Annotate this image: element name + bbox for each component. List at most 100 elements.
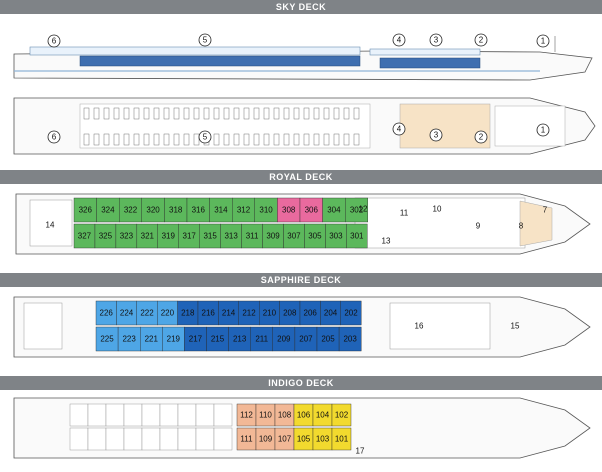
sun-lounger <box>163 107 170 120</box>
sun-lounger <box>283 133 290 146</box>
sun-lounger <box>233 133 240 146</box>
sun-lounger <box>333 133 340 146</box>
indigo-crew-cabin <box>213 403 233 427</box>
sun-lounger <box>333 107 340 120</box>
indigo-crew-cabin <box>87 427 107 451</box>
royal-cabin-325-label: 325 <box>99 232 113 241</box>
sapphire-cabin-212-label: 212 <box>242 309 256 318</box>
sun-lounger <box>153 107 160 120</box>
sapphire-cabin-217-label: 217 <box>189 335 203 344</box>
sun-lounger <box>223 107 230 120</box>
sun-lounger <box>283 107 290 120</box>
sapphire-cabin-210-label: 210 <box>263 309 277 318</box>
royal-cabin-320-label: 320 <box>146 206 160 215</box>
sun-lounger <box>123 133 130 146</box>
sun-lounger <box>133 107 140 120</box>
sun-lounger <box>183 107 190 120</box>
sun-lounger <box>273 107 280 120</box>
indigo-crew-cabin <box>123 427 143 451</box>
royal-cabin-315-label: 315 <box>203 232 217 241</box>
sun-lounger <box>103 107 110 120</box>
sky-deck-top-view: 1 2 3 4 5 6 <box>13 97 596 155</box>
sapphire-cabin-218-label: 218 <box>181 309 195 318</box>
sky-top-marker-6-label: 6 <box>52 133 57 142</box>
sun-lounger <box>213 107 220 120</box>
sapphire-cabin-205-label: 205 <box>321 335 335 344</box>
sapphire-cabin-211-label: 211 <box>255 335 268 344</box>
royal-cabin-323-label: 323 <box>120 232 134 241</box>
royal-cabin-322-label: 322 <box>124 206 138 215</box>
sun-lounger <box>263 133 270 146</box>
sapphire-cabin-206-label: 206 <box>304 309 318 318</box>
royal-cabin-318-label: 318 <box>169 206 183 215</box>
sun-lounger <box>243 133 250 146</box>
indigo-crew-cabin <box>69 403 89 427</box>
sapphire-label-16: 16 <box>415 322 424 331</box>
royal-cabin-326-label: 326 <box>79 206 93 215</box>
sun-lounger <box>263 107 270 120</box>
indigo-crew-cabin <box>195 427 215 451</box>
indigo-crew-cabin <box>69 427 89 451</box>
royal-cabin-303-label: 303 <box>329 232 343 241</box>
sun-lounger <box>343 133 350 146</box>
indigo-cabin-104-label: 104 <box>316 411 330 420</box>
indigo-crew-cabin <box>177 403 197 427</box>
sapphire-cabin-215-label: 215 <box>211 335 225 344</box>
sun-lounger <box>153 133 160 146</box>
indigo-crew-cabin <box>141 427 161 451</box>
sun-lounger <box>133 133 140 146</box>
sapphire-cabin-213-label: 213 <box>233 335 247 344</box>
royal-deck-header: ROYAL DECK <box>0 170 602 184</box>
royal-deck-plan: 326 324 322 320 318 316 314 312 310 308 306 304 3023… <box>15 193 591 255</box>
sapphire-cabin-226-label: 226 <box>100 309 114 318</box>
sky-top-marker-2-label: 2 <box>479 133 484 142</box>
sun-lounger <box>173 107 180 120</box>
sapphire-cabin-225-label: 225 <box>100 335 114 344</box>
sky-side-marker-4-label: 4 <box>397 36 402 45</box>
sapphire-cabin-220-label: 220 <box>161 309 175 318</box>
sapphire-cabin-223-label: 223 <box>122 335 136 344</box>
indigo-cabin-109-label: 109 <box>259 435 273 444</box>
sky-top-marker-1-label: 1 <box>541 126 546 135</box>
royal-label-9: 9 <box>476 222 481 231</box>
indigo-cabin-108-label: 108 <box>278 411 292 420</box>
sun-lounger <box>293 107 300 120</box>
indigo-crew-cabin <box>177 427 197 451</box>
sapphire-cabin-216-label: 216 <box>202 309 216 318</box>
sun-lounger <box>323 107 330 120</box>
indigo-label-17: 17 <box>356 447 365 456</box>
sun-lounger <box>103 133 110 146</box>
royal-cabin-307-label: 307 <box>287 232 301 241</box>
sun-lounger <box>343 107 350 120</box>
indigo-cabin-105-label: 105 <box>297 435 311 444</box>
indigo-deck-title: INDIGO DECK <box>268 378 334 388</box>
sun-lounger <box>303 107 310 120</box>
sun-lounger <box>183 133 190 146</box>
indigo-cabin-110-label: 110 <box>259 411 272 420</box>
royal-cabin-312-label: 312 <box>237 206 251 215</box>
indigo-deck-plan: 112 110 108 106 104 102 111 109 107 105 103 101 17 <box>13 397 591 459</box>
royal-cabin-301-label: 301 <box>350 232 364 241</box>
sun-lounger <box>213 133 220 146</box>
sapphire-cabin-209-label: 209 <box>277 335 291 344</box>
sapphire-cabin-202-label: 202 <box>344 309 358 318</box>
sun-lounger <box>243 107 250 120</box>
royal-label-7: 7 <box>543 206 548 215</box>
sun-lounger <box>83 107 90 120</box>
sun-lounger <box>193 133 200 146</box>
sun-lounger <box>113 107 120 120</box>
sky-top-marker-5-label: 5 <box>203 133 208 142</box>
royal-cabin-310-label: 310 <box>259 206 273 215</box>
royal-cabin-311-label: 311 <box>246 232 259 241</box>
royal-cabin-314-label: 314 <box>214 206 228 215</box>
indigo-cabin-112-label: 112 <box>240 411 253 420</box>
royal-deck-title: ROYAL DECK <box>269 172 333 182</box>
sun-lounger <box>163 133 170 146</box>
indigo-deck-header: INDIGO DECK <box>0 376 602 390</box>
sun-lounger <box>353 107 360 120</box>
royal-cabin-306-label: 306 <box>305 206 319 215</box>
sky-side-marker-3-label: 3 <box>434 36 439 45</box>
sun-lounger <box>93 133 100 146</box>
royal-cabin-308-label: 308 <box>282 206 296 215</box>
royal-label-11: 11 <box>400 209 409 218</box>
